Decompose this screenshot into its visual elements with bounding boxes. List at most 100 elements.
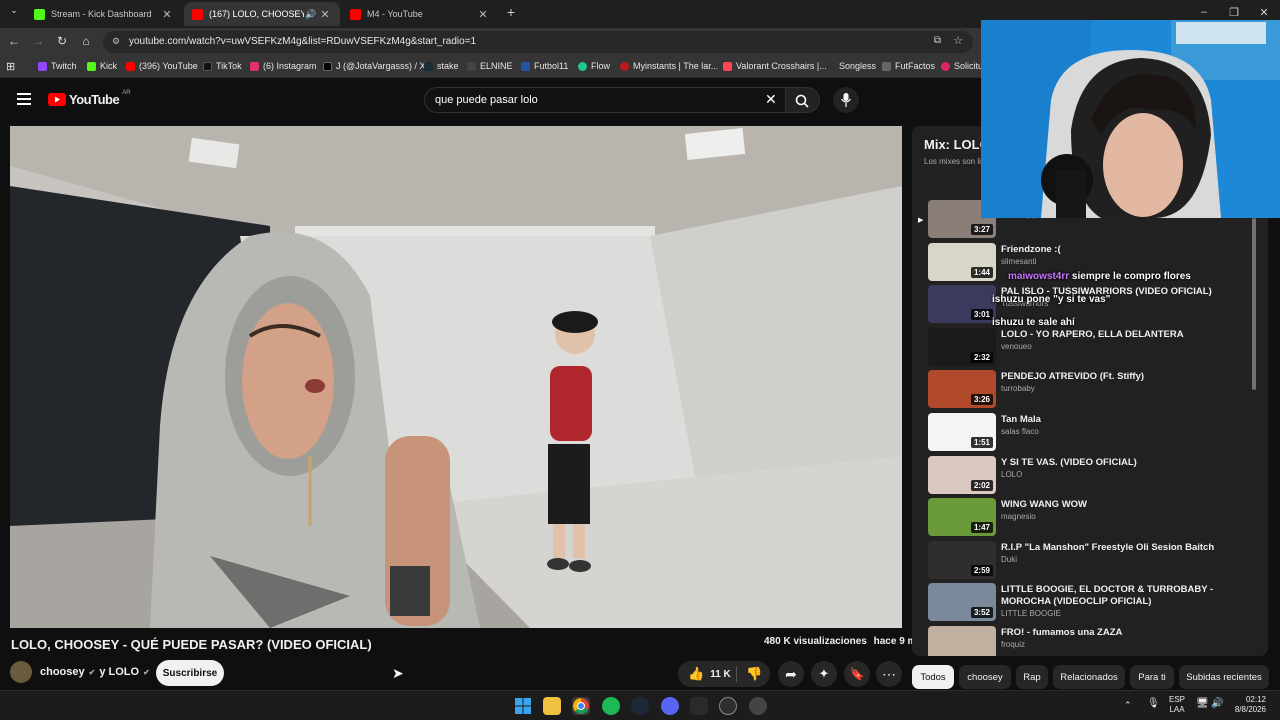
video-thumbnail[interactable]: 2:02 xyxy=(928,456,996,494)
dislike-icon[interactable]: 👎 xyxy=(746,666,762,682)
chip-relacionados[interactable]: Relacionados xyxy=(1053,665,1125,689)
channel-name-2[interactable]: y LOLO xyxy=(99,666,139,678)
playlist-item[interactable]: 1:47 WING WANG WOW magnesio xyxy=(928,498,1248,538)
playlist-item[interactable]: 1:51 Tan Mala salas flaco xyxy=(928,413,1248,453)
playlist-item-channel[interactable]: Duki xyxy=(1001,555,1017,564)
playlist-item-title[interactable]: LOLO - YO RAPERO, ELLA DELANTERA xyxy=(1001,329,1241,341)
playlist-item-channel[interactable]: LITTLE BOOGIE xyxy=(1001,609,1061,618)
playlist-scrollbar[interactable] xyxy=(1252,218,1256,390)
playlist-item-channel[interactable]: turrobaby xyxy=(1001,384,1035,393)
tab-m4-youtube[interactable]: M4 - YouTube ✕ xyxy=(342,2,498,26)
search-input[interactable]: que puede pasar lolo ✕ xyxy=(424,87,786,113)
bookmark-solicitu[interactable]: Solicitu xyxy=(941,61,983,71)
bookmark-tiktok[interactable]: TikTok xyxy=(203,61,242,71)
bookmark-instagram[interactable]: (6) Instagram xyxy=(250,61,317,71)
playlist-item-title[interactable]: Friendzone :( xyxy=(1001,244,1241,256)
search-query[interactable]: que puede pasar lolo xyxy=(435,94,538,106)
network-icon[interactable]: 🖥 xyxy=(1196,699,1209,709)
playlist-item[interactable]: 2:59 R.I.P "La Manshon" Freestyle Oli Ses… xyxy=(928,541,1248,581)
tray-expand-icon[interactable]: ⌃ xyxy=(1124,700,1132,710)
reload-icon[interactable]: ↻ xyxy=(54,34,70,48)
close-icon[interactable]: ✕ xyxy=(318,8,332,21)
playlist-item[interactable]: 3:01 PAL ISLO - TUSSIWARRIORS (VIDEO OFIC… xyxy=(928,285,1248,325)
chip-todos[interactable]: Todos xyxy=(912,665,954,689)
video-thumbnail[interactable]: 3:52 xyxy=(928,583,996,621)
playlist-item-channel[interactable]: magnesio xyxy=(1001,512,1036,521)
share-button[interactable]: ➦ xyxy=(778,661,804,687)
ask-button[interactable]: ✦ xyxy=(811,661,837,687)
clock[interactable]: 02:12 8/8/2026 xyxy=(1230,695,1266,715)
tab-youtube-lolo[interactable]: (167) LOLO, CHOOSEY - QU 🔊 ✕ xyxy=(184,2,340,26)
playlist-item-channel[interactable]: venoueo xyxy=(1001,342,1032,351)
chip-choosey[interactable]: choosey xyxy=(959,665,1011,689)
tab-kick-dashboard[interactable]: Stream - Kick Dashboard ✕ xyxy=(26,2,182,26)
volume-icon[interactable]: 🔊 xyxy=(1211,699,1223,709)
bookmark-flow[interactable]: Flow xyxy=(578,61,610,71)
steam-icon[interactable] xyxy=(631,697,649,715)
youtube-logo[interactable]: YouTube AR xyxy=(48,90,131,107)
settings-icon[interactable] xyxy=(749,697,767,715)
bookmark-youtube[interactable]: (396) YouTube xyxy=(126,61,198,71)
close-icon[interactable]: ✕ xyxy=(160,8,174,21)
video-thumbnail[interactable]: 1:51 xyxy=(928,413,996,451)
playlist-item-title[interactable]: LITTLE BOOGIE, EL DOCTOR & TURROBABY - M… xyxy=(1001,584,1241,608)
voice-search-button[interactable] xyxy=(833,87,859,113)
tab-search-icon[interactable]: ⌄ xyxy=(6,5,22,16)
playlist-item-title[interactable]: R.I.P "La Manshon" Freestyle Oli Sesion … xyxy=(1001,542,1241,554)
chrome-icon[interactable] xyxy=(572,697,590,715)
channel-name[interactable]: choosey xyxy=(40,666,85,678)
new-tab-button[interactable]: + xyxy=(503,4,519,20)
back-icon[interactable]: ← xyxy=(6,34,22,48)
more-actions-button[interactable]: ⋯ xyxy=(876,661,902,687)
video-thumbnail[interactable]: 3:26 xyxy=(928,370,996,408)
install-app-icon[interactable]: ⧉ xyxy=(934,35,941,46)
bookmark-twitch[interactable]: Twitch xyxy=(38,61,77,71)
windows-start-icon[interactable] xyxy=(514,697,532,715)
file-explorer-icon[interactable] xyxy=(543,697,561,715)
playlist-item-title[interactable]: FRO! - fumamos una ZAZA xyxy=(1001,627,1241,639)
clear-search-icon[interactable]: ✕ xyxy=(765,91,777,108)
bookmark-x[interactable]: J (@JotaVargasss) / X xyxy=(323,61,426,71)
like-count[interactable]: 11 K xyxy=(710,669,731,680)
maximize-button[interactable]: ❐ xyxy=(1226,6,1242,19)
language-indicator[interactable]: ESP LAA xyxy=(1166,695,1188,715)
playlist-item-channel[interactable]: LOLO xyxy=(1001,470,1022,479)
home-icon[interactable]: ⌂ xyxy=(78,34,94,48)
playlist-item[interactable]: 3:52 LITTLE BOOGIE, EL DOCTOR & TURROBABY… xyxy=(928,583,1248,623)
url-text[interactable]: youtube.com/watch?v=uwVSEFKzM4g&list=RDu… xyxy=(129,36,476,47)
video-thumbnail[interactable]: 2:59 xyxy=(928,541,996,579)
mic-tray-icon[interactable]: 🎙 xyxy=(1147,699,1160,709)
video-thumbnail[interactable]: 1:47 xyxy=(928,498,996,536)
bookmark-songless[interactable]: Songless xyxy=(826,61,876,71)
video-thumbnail[interactable]: 2:32 xyxy=(928,328,996,366)
address-bar[interactable]: ⚙ youtube.com/watch?v=uwVSEFKzM4g&list=R… xyxy=(103,31,973,53)
bookmark-futbol11[interactable]: Futbol11 xyxy=(521,61,568,71)
save-button[interactable]: 🔖 xyxy=(844,661,870,687)
epic-games-icon[interactable] xyxy=(690,697,708,715)
playlist-item-title[interactable]: PENDEJO ATREVIDO (Ft. Stiffy) xyxy=(1001,371,1241,383)
like-icon[interactable]: 👍 xyxy=(688,666,704,682)
video-thumbnail[interactable] xyxy=(928,626,996,656)
chip-rap[interactable]: Rap xyxy=(1016,665,1048,689)
chip-para-ti[interactable]: Para ti xyxy=(1130,665,1174,689)
playlist-item[interactable]: 2:32 LOLO - YO RAPERO, ELLA DELANTERA veno… xyxy=(928,328,1248,368)
spotify-icon[interactable] xyxy=(602,697,620,715)
star-icon[interactable]: ☆ xyxy=(953,34,963,47)
bookmark-futfactos[interactable]: FutFactos xyxy=(882,61,935,71)
obs-icon[interactable] xyxy=(719,697,737,715)
bookmark-kick[interactable]: Kick xyxy=(87,61,117,71)
video-thumbnail[interactable]: 3:01 xyxy=(928,285,996,323)
menu-icon[interactable] xyxy=(17,93,31,105)
close-window-button[interactable]: ✕ xyxy=(1256,6,1272,19)
playlist-item-channel[interactable]: salas flaco xyxy=(1001,427,1039,436)
playlist-item[interactable]: FRO! - fumamos una ZAZA froquiz xyxy=(928,626,1248,656)
playlist-item[interactable]: 2:02 Y SI TE VAS. (VIDEO OFICIAL) LOLO xyxy=(928,456,1248,496)
close-icon[interactable]: ✕ xyxy=(476,8,490,21)
minimize-button[interactable]: – xyxy=(1196,6,1212,18)
site-info-icon[interactable]: ⚙ xyxy=(112,36,120,47)
playlist-item-title[interactable]: Tan Mala xyxy=(1001,414,1241,426)
playlist-item-channel[interactable]: slimesanti xyxy=(1001,257,1037,266)
channel-avatar[interactable] xyxy=(10,661,32,683)
playlist-item-title[interactable]: WING WANG WOW xyxy=(1001,499,1241,511)
bookmark-elnine[interactable]: ELNINE xyxy=(467,61,513,71)
